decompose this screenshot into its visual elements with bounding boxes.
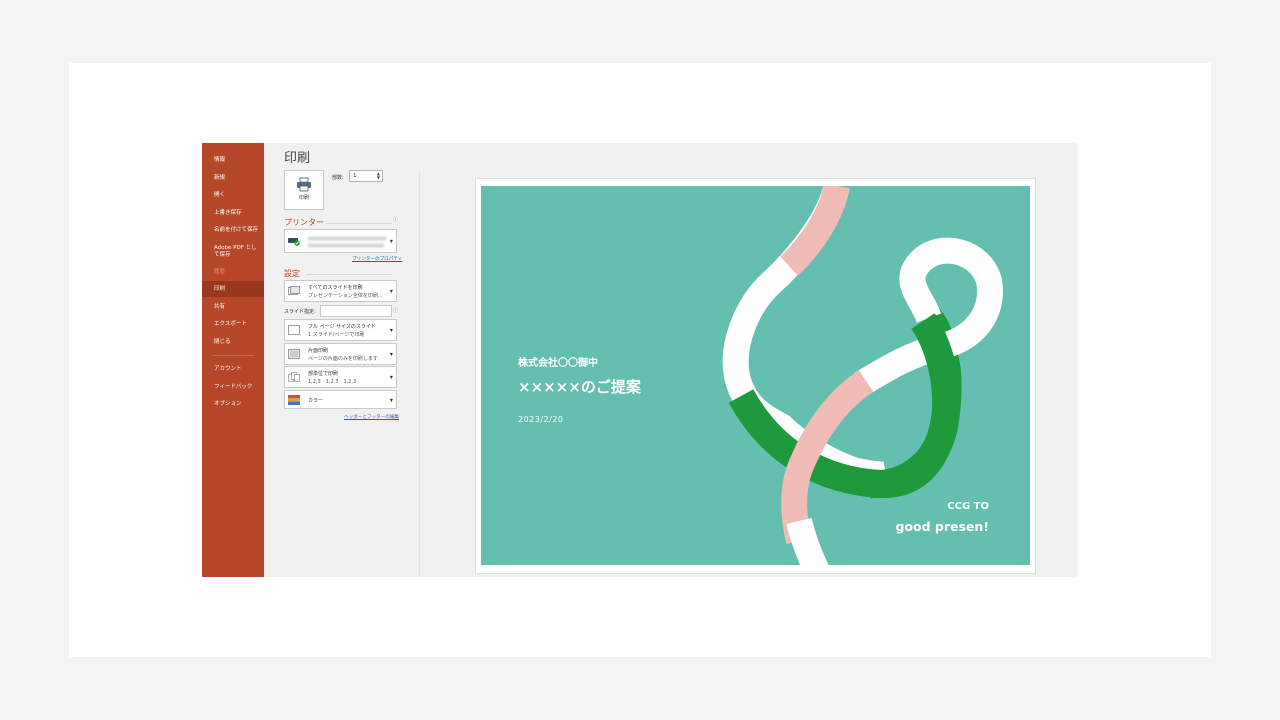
section-divider	[306, 274, 392, 275]
chevron-down-icon: ▼	[389, 238, 393, 244]
slide-ccg: CCG TO	[947, 501, 989, 512]
slides-icon	[288, 286, 300, 295]
printer-icon	[297, 177, 311, 192]
section-divider	[326, 223, 392, 224]
nav-share[interactable]: 共有	[202, 304, 264, 311]
slide-date: 2023/2/20	[518, 415, 564, 424]
collate-title: 部単位で印刷	[308, 371, 339, 377]
full-page-slide-icon	[288, 325, 300, 335]
collate-dropdown[interactable]: 部単位で印刷 1,2,3 1,2,3 1,2,3 ▼	[284, 366, 397, 388]
sides-dropdown[interactable]: 片面印刷 ページの片面のみを印刷します ▼	[284, 343, 397, 365]
slides-label: スライド指定:	[284, 309, 316, 315]
powerpoint-backstage-print: 情報 新規 開く 上書き保存 名前を付けて保存 Adobe PDF として保存 …	[202, 143, 1078, 577]
layout-title: フル ページ サイズのスライド	[308, 324, 376, 330]
slide-company: 株式会社〇〇御中	[518, 358, 598, 369]
print-button[interactable]: 印刷	[284, 170, 324, 210]
nav-print[interactable]: 印刷	[202, 281, 264, 297]
header-footer-link[interactable]: ヘッダーとフッターの編集	[344, 414, 399, 420]
page-title: 印刷	[284, 151, 311, 166]
slide-preview: 株式会社〇〇御中 ×××××のご提案 2023/2/20 CCG TO good…	[481, 186, 1030, 565]
nav-history: 履歴	[214, 269, 226, 275]
printer-properties-link[interactable]: プリンターのプロパティ	[352, 256, 402, 262]
slide-title: ×××××のご提案	[518, 378, 641, 396]
chevron-down-icon: ▼	[389, 397, 393, 402]
print-button-label: 印刷	[298, 195, 309, 201]
panel-divider	[419, 171, 420, 577]
nav-save[interactable]: 上書き保存	[202, 210, 264, 217]
print-range-title: すべてのスライドを印刷	[308, 285, 363, 291]
chevron-down-icon: ▼	[389, 288, 393, 294]
copies-value: 1	[353, 173, 357, 179]
nav-open[interactable]: 開く	[202, 192, 264, 199]
sides-subtitle: ページの片面のみを印刷します	[308, 356, 378, 362]
copies-input[interactable]: 1 ▲ ▼	[349, 170, 383, 182]
slides-input[interactable]	[320, 305, 392, 317]
printer-info-icon[interactable]: ⓘ	[393, 216, 398, 223]
nav-account[interactable]: アカウント	[202, 366, 264, 373]
nav-separator	[212, 355, 254, 356]
printer-status-blurred	[308, 244, 384, 247]
nav-close[interactable]: 閉じる	[202, 339, 264, 346]
print-range-dropdown[interactable]: すべてのスライドを印刷 プレゼンテーション全体を印刷... ▼	[284, 280, 397, 302]
copies-label: 部数:	[332, 175, 344, 181]
chevron-down-icon: ▼	[389, 374, 393, 380]
one-sided-icon	[288, 349, 300, 359]
printer-name-blurred	[308, 237, 386, 240]
color-dropdown[interactable]: カラー ▼	[284, 390, 397, 409]
layout-subtitle: 1 スライド/ページで印刷	[308, 332, 365, 338]
print-settings-panel: 印刷 印刷 部数: 1 ▲ ▼ プリンター ⓘ ▼ プリンターのプロパティ 設定…	[264, 143, 420, 577]
slide-tagline: good presen!	[895, 519, 989, 534]
sides-title: 片面印刷	[308, 348, 329, 354]
chevron-down-icon: ▼	[389, 327, 393, 333]
slides-info-icon[interactable]: ⓘ	[393, 307, 398, 314]
chevron-down-icon: ▼	[389, 351, 393, 357]
print-range-subtitle: プレゼンテーション全体を印刷...	[308, 293, 383, 299]
layout-dropdown[interactable]: フル ページ サイズのスライド 1 スライド/ページで印刷 ▼	[284, 319, 397, 341]
nav-options[interactable]: オプション	[202, 401, 264, 408]
color-title: カラー	[308, 398, 324, 404]
printer-dropdown[interactable]: ▼	[284, 229, 397, 253]
printer-ready-icon	[288, 238, 300, 246]
collate-subtitle: 1,2,3 1,2,3 1,2,3	[308, 379, 357, 385]
color-icon	[288, 394, 300, 405]
nav-info[interactable]: 情報	[202, 157, 264, 164]
nav-new[interactable]: 新規	[202, 175, 264, 182]
nav-feedback[interactable]: フィードバック	[202, 384, 264, 391]
nav-save-as[interactable]: 名前を付けて保存	[202, 227, 264, 234]
printer-section-title: プリンター	[284, 218, 324, 227]
collate-icon	[288, 372, 300, 382]
backstage-sidebar: 情報 新規 開く 上書き保存 名前を付けて保存 Adobe PDF として保存 …	[202, 143, 264, 577]
nav-save-as-pdf[interactable]: Adobe PDF として保存	[202, 245, 264, 258]
settings-section-title: 設定	[284, 269, 300, 278]
nav-export[interactable]: エクスポート	[202, 321, 264, 328]
copies-spinner[interactable]: ▲ ▼	[377, 172, 380, 180]
